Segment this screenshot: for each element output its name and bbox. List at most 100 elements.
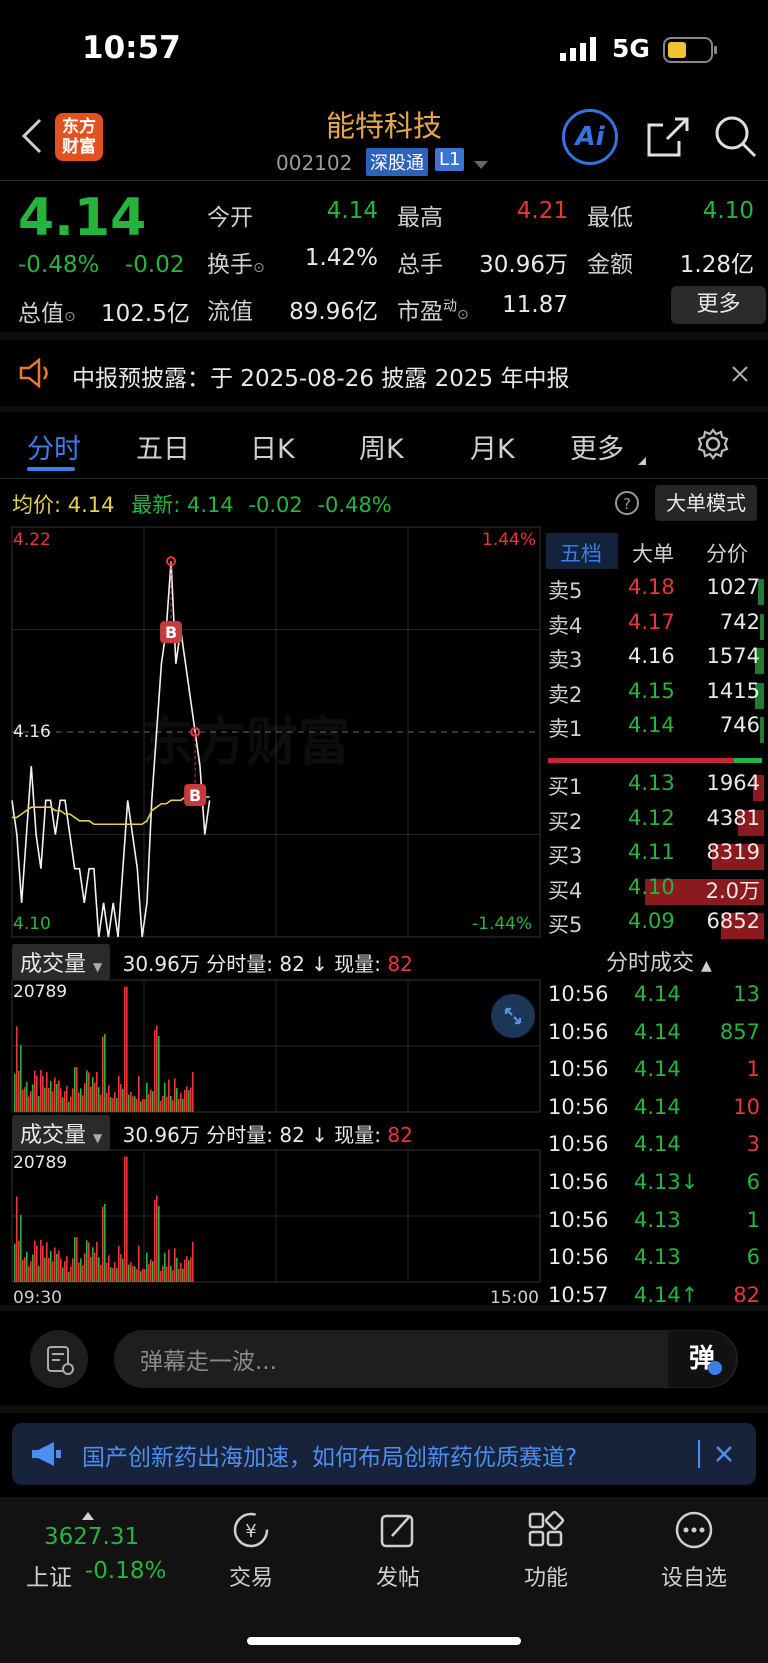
volume-bar: [60, 1258, 62, 1282]
tab-big-order[interactable]: 大单: [632, 538, 674, 568]
tab-week-k[interactable]: 周K: [359, 427, 404, 466]
volume-bar: [186, 1256, 188, 1282]
vol-max-label-2: 20789: [13, 1153, 68, 1173]
level-label: 卖5: [548, 579, 583, 603]
pct-bottom-label: -1.44%: [472, 914, 533, 934]
trade-row: 10:56 4.14 10: [548, 1095, 764, 1132]
news-icon-button[interactable]: [30, 1330, 88, 1388]
bid-ask-ratio-bar: [548, 758, 762, 763]
volume-bar: [26, 1251, 28, 1282]
more-button[interactable]: 更多: [671, 286, 766, 324]
ai-button[interactable]: Ai: [562, 109, 618, 165]
level-price: 4.10: [628, 874, 675, 899]
volume-bar: [64, 1261, 66, 1282]
turnover-label: 换手⊙: [207, 252, 265, 278]
tab-price-dist[interactable]: 分价: [706, 538, 748, 568]
tab-intraday[interactable]: 分时: [27, 427, 81, 466]
volume-bar: [144, 1269, 146, 1282]
trade-volume: 10: [733, 1094, 760, 1119]
volume-bar: [30, 1261, 32, 1282]
tab-more[interactable]: 更多: [570, 427, 624, 466]
yen-exchange-icon: ¥: [233, 1512, 269, 1548]
volume-bar: [144, 1099, 146, 1112]
volume-bar: [88, 1242, 90, 1282]
trade-time: 10:56: [548, 1245, 609, 1270]
avg-price-line: [12, 796, 210, 826]
index-change[interactable]: -0.18%: [85, 1558, 166, 1584]
intraday-chart[interactable]: BB: [0, 525, 544, 1305]
ask-level-4[interactable]: 卖2 4.15 1415: [548, 679, 764, 713]
volume-select-2[interactable]: 成交量 ▼: [12, 1115, 111, 1151]
volume-bar: [38, 1266, 40, 1282]
level-volume: 1415: [706, 678, 760, 703]
trade-volume: 3: [746, 1132, 760, 1157]
volume-bar: [106, 1262, 108, 1282]
expand-icon[interactable]: [490, 993, 536, 1043]
nav-post[interactable]: 发帖: [338, 1510, 458, 1592]
volume-select[interactable]: 成交量 ▼: [12, 944, 111, 980]
tab-five-day[interactable]: 五日: [136, 427, 190, 466]
ask-level-1[interactable]: 卖5 4.18 1027: [548, 575, 764, 609]
volume-bar: [168, 1079, 170, 1112]
high-label: 最高: [397, 205, 443, 231]
banner-divider: [698, 1440, 700, 1468]
tab-month-k[interactable]: 月K: [470, 427, 515, 466]
bid-level-4[interactable]: 买4 4.10 2.0万: [548, 875, 764, 909]
tag-level: L1: [435, 148, 465, 171]
volume-bar: [190, 1087, 192, 1112]
volume-bar: [34, 1070, 36, 1112]
open-label: 今开: [207, 205, 253, 231]
level-volume: 6852: [706, 909, 760, 933]
price-mid-label: 4.16: [13, 722, 51, 742]
search-icon[interactable]: [713, 114, 759, 164]
tab-five-levels[interactable]: 五档: [560, 538, 602, 568]
trade-price: 4.13: [634, 1245, 681, 1270]
volume-bar: [76, 1237, 78, 1282]
nav-add-watchlist[interactable]: 设自选: [634, 1510, 754, 1592]
nav-trade[interactable]: ¥ 交易: [191, 1510, 311, 1592]
volume-bar: [122, 1258, 124, 1282]
volume-bar: [66, 1255, 68, 1282]
volume-bar: [759, 613, 764, 640]
volume-bar: [112, 1098, 114, 1112]
high-value: 4.21: [516, 198, 568, 224]
bid-level-1[interactable]: 买1 4.13 1964: [548, 771, 764, 805]
bid-level-3[interactable]: 买3 4.11 8319: [548, 840, 764, 874]
trades-header[interactable]: 分时成交 ▲: [606, 945, 712, 977]
ask-level-3[interactable]: 卖3 4.16 1574: [548, 644, 764, 678]
ask-level-5[interactable]: 卖1 4.14 746: [548, 713, 764, 747]
ask-level-2[interactable]: 卖4 4.17 742: [548, 610, 764, 644]
volume-bar: [102, 1206, 104, 1282]
index-value[interactable]: 3627.31: [44, 1524, 139, 1550]
tab-day-k[interactable]: 日K: [250, 427, 295, 466]
volume-bar: [58, 1080, 60, 1112]
banner-close-icon[interactable]: [714, 1444, 734, 1468]
close-icon[interactable]: [729, 363, 751, 389]
volume-bar: [96, 1071, 98, 1112]
bid-level-5[interactable]: 买5 4.09 6852: [548, 909, 764, 943]
big-order-mode-button[interactable]: 大单模式: [655, 485, 757, 521]
level-volume: 1964: [706, 771, 760, 795]
nav-features[interactable]: 功能: [486, 1510, 606, 1592]
volume-bar: [78, 1262, 80, 1282]
volume-bar: [150, 1259, 152, 1282]
settings-gear-icon[interactable]: [696, 427, 730, 465]
volume-bar: [146, 1252, 148, 1282]
notice-text[interactable]: 中报预披露：于 2025-08-26 披露 2025 年中报: [72, 359, 569, 393]
volume-bar: [166, 1266, 168, 1282]
bid-level-2[interactable]: 买2 4.12 4381: [548, 806, 764, 840]
volume-bar: [192, 1242, 194, 1282]
volume-bar: [106, 1092, 108, 1112]
danmu-toggle-button[interactable]: 弹: [668, 1331, 736, 1387]
volume-bar: [84, 1253, 86, 1282]
volume-bar: [70, 1266, 72, 1282]
volume-bar: [182, 1268, 184, 1282]
share-icon[interactable]: [645, 115, 691, 163]
trade-volume: 6: [746, 1245, 760, 1270]
caret-down-icon[interactable]: [474, 156, 488, 175]
index-name[interactable]: 上证: [26, 1558, 72, 1592]
volume-bar: [190, 1257, 192, 1282]
volume-bar: [46, 1242, 48, 1282]
banner-text[interactable]: 国产创新药出海加速，如何布局创新药优质赛道?: [82, 1438, 577, 1472]
help-icon[interactable]: ?: [614, 490, 640, 520]
